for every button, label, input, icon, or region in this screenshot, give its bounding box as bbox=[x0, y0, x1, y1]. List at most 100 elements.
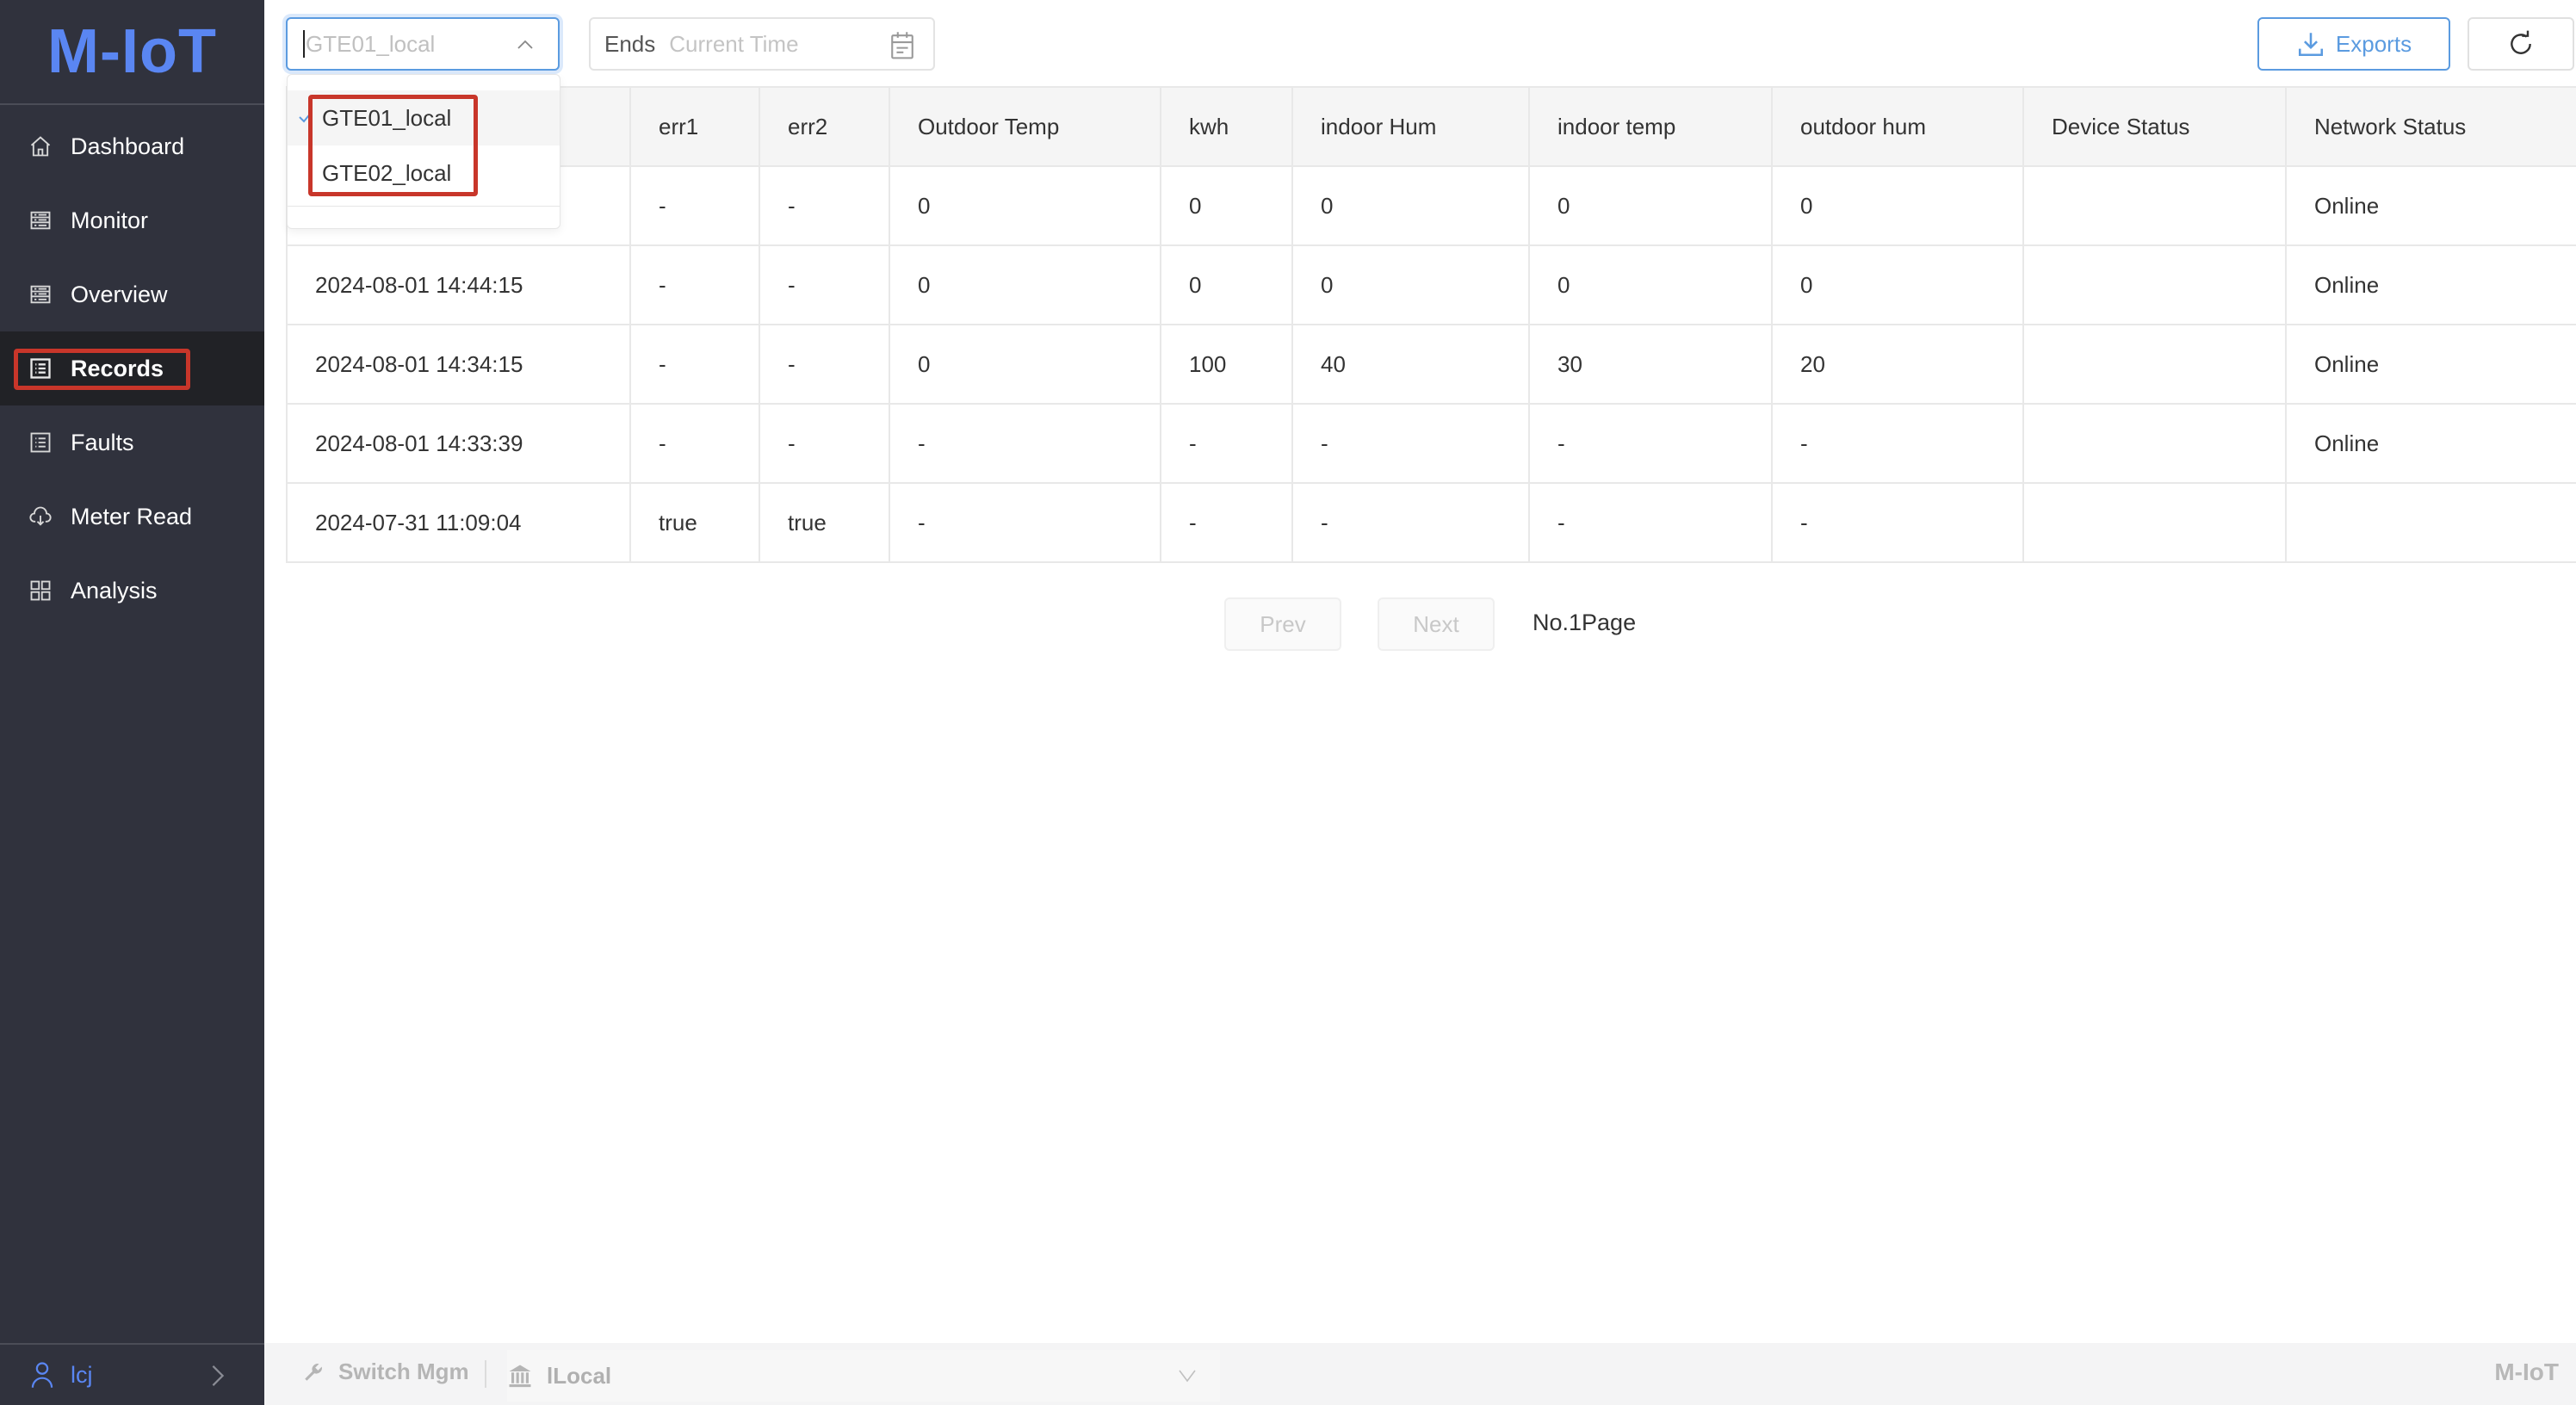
table-cell: 2024-08-01 14:34:15 bbox=[286, 324, 631, 405]
sidebar-item-records[interactable]: Records bbox=[0, 331, 264, 405]
column-header-outdoor-temp[interactable]: Outdoor Temp bbox=[889, 86, 1161, 167]
end-time-input[interactable]: Ends Current Time bbox=[589, 17, 935, 71]
table-cell: Online bbox=[2285, 244, 2576, 325]
sidebar-item-meter-read[interactable]: Meter Read bbox=[0, 480, 264, 554]
switch-mgm-button[interactable]: Switch Mgm bbox=[302, 1359, 469, 1385]
sidebar-item-label: Dashboard bbox=[71, 133, 185, 159]
list-panel-icon bbox=[28, 282, 53, 307]
next-page-button[interactable]: Next bbox=[1378, 597, 1495, 651]
table-cell: 100 bbox=[1160, 324, 1293, 405]
table-cell: - bbox=[1528, 482, 1773, 563]
table-cell: - bbox=[629, 403, 760, 484]
table-cell: - bbox=[1528, 403, 1773, 484]
table-cell bbox=[2285, 482, 2576, 563]
table-header-row: Time err1 err2 Outdoor Temp kwh indoor H… bbox=[286, 86, 2576, 167]
column-header-network-status[interactable]: Network Status bbox=[2285, 86, 2576, 167]
sidebar-item-label: Meter Read bbox=[71, 503, 193, 529]
table-cell: 0 bbox=[1291, 165, 1530, 246]
table-cell: - bbox=[629, 244, 760, 325]
table-cell: 0 bbox=[1160, 165, 1293, 246]
user-menu[interactable]: lcj bbox=[0, 1343, 264, 1405]
table-cell: - bbox=[759, 324, 890, 405]
calendar-icon[interactable] bbox=[889, 31, 916, 60]
table-cell: 0 bbox=[1771, 165, 2024, 246]
table-cell: 0 bbox=[1160, 244, 1293, 325]
column-header-indoor-hum[interactable]: indoor Hum bbox=[1291, 86, 1530, 167]
sidebar-item-label: Records bbox=[71, 355, 164, 381]
cloud-download-icon bbox=[28, 504, 53, 529]
site-select[interactable]: lLocal bbox=[507, 1350, 1220, 1402]
table-cell: 30 bbox=[1528, 324, 1773, 405]
list-panel-icon bbox=[28, 207, 53, 233]
column-header-device-status[interactable]: Device Status bbox=[2022, 86, 2287, 167]
table-cell bbox=[2022, 244, 2287, 325]
sidebar-item-overview[interactable]: Overview bbox=[0, 257, 264, 331]
page-indicator: No.1Page bbox=[1533, 610, 1637, 635]
dropdown-option-label: GTE02_local bbox=[322, 159, 452, 186]
table-cell: 20 bbox=[1771, 324, 2024, 405]
device-dropdown-menu: GTE01_local GTE02_local bbox=[287, 74, 560, 229]
chevron-down-icon bbox=[1179, 1370, 1196, 1383]
sidebar-item-faults[interactable]: Faults bbox=[0, 405, 264, 480]
text-cursor bbox=[303, 30, 305, 58]
table-cell: Online bbox=[2285, 165, 2576, 246]
list-icon bbox=[28, 356, 53, 381]
dropdown-option-gte02[interactable]: GTE02_local bbox=[288, 145, 560, 201]
table-cell: 0 bbox=[1528, 244, 1773, 325]
column-header-outdoor-hum[interactable]: outdoor hum bbox=[1771, 86, 2024, 167]
end-time-label: Ends bbox=[604, 30, 656, 57]
check-icon bbox=[299, 111, 313, 123]
records-table: Time err1 err2 Outdoor Temp kwh indoor H… bbox=[286, 86, 2576, 563]
sidebar-item-analysis[interactable]: Analysis bbox=[0, 554, 264, 628]
app-logo: M-IoT bbox=[0, 0, 264, 105]
table-cell: - bbox=[1160, 403, 1293, 484]
table-cell: - bbox=[759, 403, 890, 484]
user-name: lcj bbox=[71, 1361, 93, 1388]
export-label: Exports bbox=[2335, 30, 2412, 57]
table-row[interactable]: 2024-08-01 14:33:39- - - - - - - Online bbox=[286, 403, 2576, 484]
table-cell: - bbox=[1771, 482, 2024, 563]
sidebar-item-label: Monitor bbox=[71, 207, 149, 233]
dropdown-divider bbox=[288, 206, 560, 207]
column-header-indoor-temp[interactable]: indoor temp bbox=[1528, 86, 1773, 167]
table-row[interactable]: 2024-08-01 14:44:15- -0 0 0 0 0 Online bbox=[286, 244, 2576, 325]
list-icon bbox=[28, 430, 53, 455]
table-cell bbox=[2022, 324, 2287, 405]
sidebar-item-monitor[interactable]: Monitor bbox=[0, 183, 264, 257]
bank-icon bbox=[509, 1365, 531, 1388]
table-cell: 0 bbox=[889, 244, 1161, 325]
user-icon bbox=[31, 1362, 53, 1388]
column-header-kwh[interactable]: kwh bbox=[1160, 86, 1293, 167]
table-cell: 0 bbox=[1291, 244, 1530, 325]
table-row[interactable]: 2024-07-31 11:09:04 true true - - - - - bbox=[286, 482, 2576, 563]
device-select-placeholder: GTE01_local bbox=[306, 30, 436, 57]
table-cell: - bbox=[629, 324, 760, 405]
site-select-value: lLocal bbox=[547, 1362, 612, 1389]
divider bbox=[485, 1360, 486, 1388]
table-cell: - bbox=[889, 482, 1161, 563]
sidebar-item-label: Overview bbox=[71, 281, 168, 307]
table-cell bbox=[2022, 403, 2287, 484]
prev-page-button[interactable]: Prev bbox=[1224, 597, 1341, 651]
table-cell: - bbox=[629, 165, 760, 246]
dropdown-option-gte01[interactable]: GTE01_local bbox=[288, 90, 560, 145]
table-row[interactable]: - -0 0 0 0 0 Online bbox=[286, 165, 2576, 246]
table-cell: 0 bbox=[1528, 165, 1773, 246]
column-header-err2[interactable]: err2 bbox=[759, 86, 890, 167]
column-header-err1[interactable]: err1 bbox=[629, 86, 760, 167]
device-select[interactable]: GTE01_local bbox=[286, 17, 560, 71]
table-cell bbox=[2022, 482, 2287, 563]
sidebar-item-dashboard[interactable]: Dashboard bbox=[0, 109, 264, 183]
table-cell: 0 bbox=[889, 324, 1161, 405]
table-cell: - bbox=[1771, 403, 2024, 484]
export-button[interactable]: Exports bbox=[2257, 17, 2450, 71]
refresh-icon bbox=[2511, 30, 2531, 54]
table-cell: 2024-08-01 14:33:39 bbox=[286, 403, 631, 484]
table-cell: 2024-08-01 14:44:15 bbox=[286, 244, 631, 325]
sidebar-item-label: Faults bbox=[71, 429, 134, 455]
table-row[interactable]: 2024-08-01 14:34:15- -0 100 40 30 20 Online bbox=[286, 324, 2576, 405]
table-cell: Online bbox=[2285, 324, 2576, 405]
table-cell: - bbox=[759, 165, 890, 246]
refresh-button[interactable] bbox=[2468, 17, 2574, 71]
chevron-right-icon bbox=[212, 1365, 225, 1386]
